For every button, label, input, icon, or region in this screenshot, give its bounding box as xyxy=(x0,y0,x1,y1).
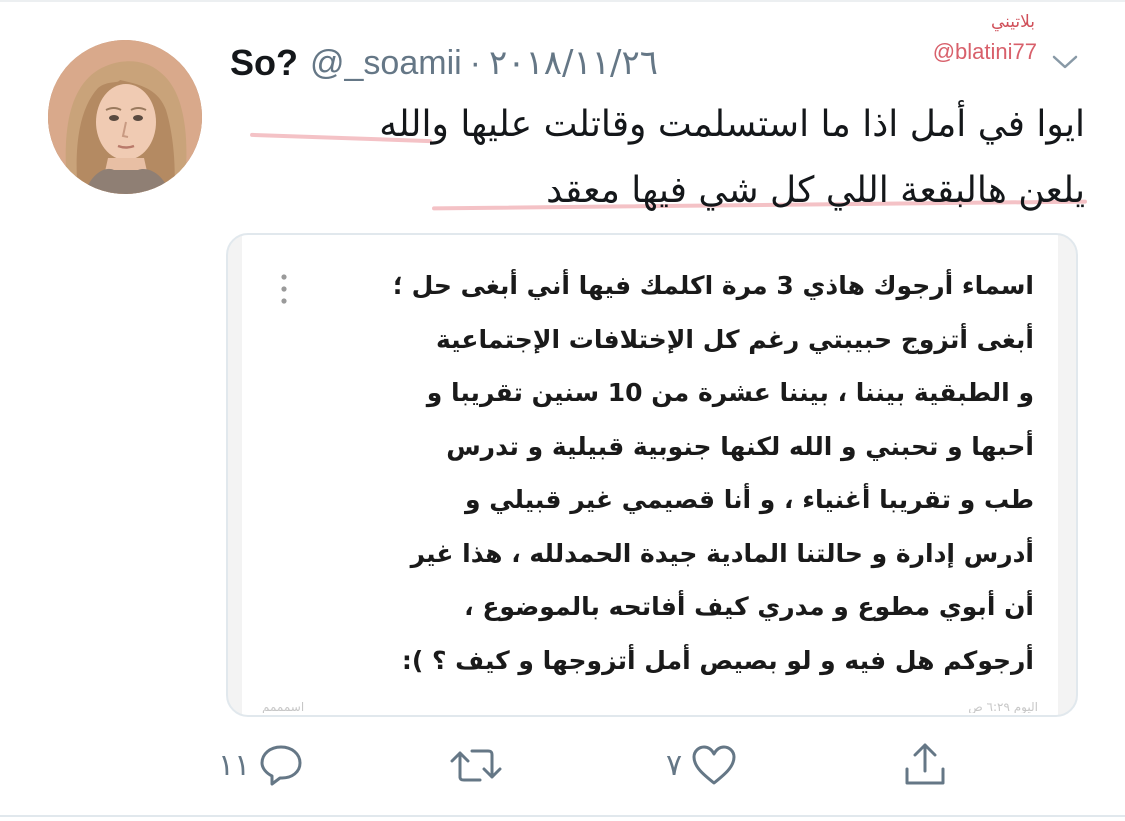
share-button[interactable] xyxy=(902,735,948,795)
media-text-line: طب و تقريبا أغنياء ، و أنا قصيمي غير قبي… xyxy=(464,485,1034,514)
display-name[interactable]: So? xyxy=(230,42,298,84)
tweet-text-line: ايوا في أمل اذا ما استسلمت وقاتلت عليها … xyxy=(379,104,1085,145)
media-text-line: أن أبوي مطوع و مدري كيف أفاتحه بالموضوع … xyxy=(464,592,1034,621)
reply-count: ١١ xyxy=(218,747,251,783)
tweet-date[interactable]: ٢٠١٨/١١/٢٦ xyxy=(489,43,658,83)
media-text: اسماء أرجوك هاذي 3 مرة اكلمك فيها أني أب… xyxy=(314,259,1034,687)
media-text-line: أحبها و تحبني و الله لكنها جنوبية قبيلية… xyxy=(446,431,1034,461)
user-handle[interactable]: @_soamii xyxy=(310,44,462,83)
watermark: بلاتيني @blatini77 xyxy=(933,14,1037,63)
menu-dots-icon xyxy=(281,274,287,304)
top-divider xyxy=(0,0,1125,2)
retweet-button[interactable] xyxy=(448,735,512,795)
media-text-line: أدرس إدارة و حالتنا المادية جيدة الحمدلل… xyxy=(410,538,1034,568)
tweet-actions: ١١ ٧ xyxy=(0,735,1125,795)
avatar[interactable] xyxy=(48,40,202,194)
like-button[interactable]: ٧ xyxy=(666,735,738,795)
watermark-arabic: بلاتيني xyxy=(990,12,1035,32)
tweet-media-card[interactable]: اسماء أرجوك هاذي 3 مرة اكلمك فيها أني أب… xyxy=(226,233,1078,717)
media-footer-right: اليوم ٦:٢٩ ص xyxy=(968,701,1038,713)
separator-dot: · xyxy=(469,43,481,82)
media-text-line: اسماء أرجوك هاذي 3 مرة اكلمك فيها أني أب… xyxy=(392,271,1034,300)
tweet-text: ايوا في أمل اذا ما استسلمت وقاتلت عليها … xyxy=(325,92,1085,224)
media-text-line: أرجوكم هل فيه و لو بصيص أمل أتزوجها و كي… xyxy=(401,645,1034,675)
media-text-line: أبغى أتزوج حبيبتي رغم كل الإختلافات الإج… xyxy=(436,324,1034,354)
chevron-down-icon[interactable] xyxy=(1051,52,1079,72)
watermark-handle: @blatini77 xyxy=(932,39,1037,64)
bottom-divider xyxy=(0,815,1125,817)
retweet-icon xyxy=(450,749,502,782)
heart-icon xyxy=(692,745,736,785)
media-text-line: و الطبقية بيننا ، بيننا عشرة من 10 سنين … xyxy=(426,378,1034,407)
reply-icon xyxy=(260,745,302,786)
media-footer: اسمممم اليوم ٦:٢٩ ص xyxy=(262,701,1038,713)
tweet-text-line: يلعن هالبقعة اللي كل شي فيها معقد xyxy=(546,170,1085,211)
like-count: ٧ xyxy=(666,747,683,783)
media-footer-left: اسمممم xyxy=(262,701,305,713)
avatar-portrait xyxy=(48,40,202,194)
tweet-header: So? @_soamii · ٢٠١٨/١١/٢٦ xyxy=(230,38,658,88)
media-image: اسماء أرجوك هاذي 3 مرة اكلمك فيها أني أب… xyxy=(242,235,1058,715)
share-icon xyxy=(905,743,945,785)
reply-button[interactable]: ١١ xyxy=(218,735,304,795)
